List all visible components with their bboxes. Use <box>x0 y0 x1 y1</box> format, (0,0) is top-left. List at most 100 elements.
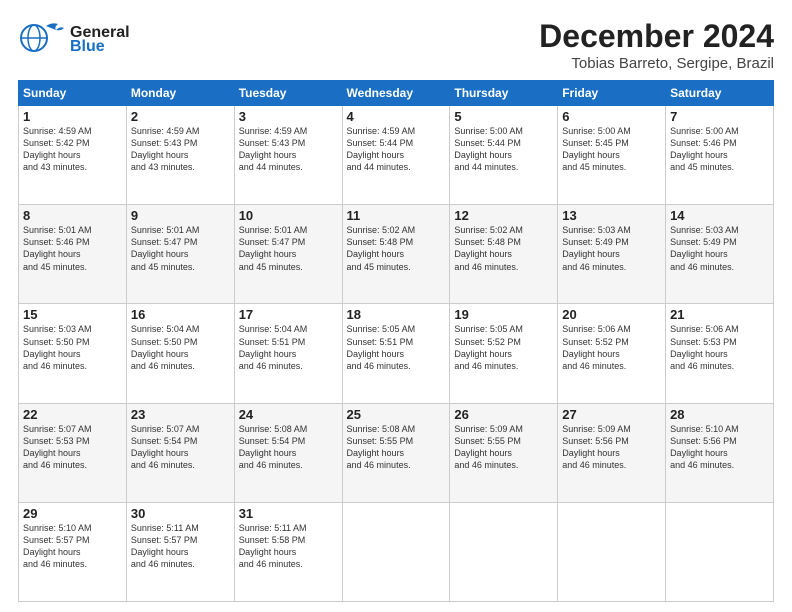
calendar-cell: 16 Sunrise: 5:04 AM Sunset: 5:50 PM Dayl… <box>126 304 234 403</box>
day-info: Sunrise: 5:09 AM Sunset: 5:56 PM Dayligh… <box>562 423 661 472</box>
calendar-table: Sunday Monday Tuesday Wednesday Thursday… <box>18 80 774 602</box>
calendar-cell: 1 Sunrise: 4:59 AM Sunset: 5:42 PM Dayli… <box>19 106 127 205</box>
day-number: 12 <box>454 208 553 223</box>
calendar-week-1: 1 Sunrise: 4:59 AM Sunset: 5:42 PM Dayli… <box>19 106 774 205</box>
calendar-cell: 15 Sunrise: 5:03 AM Sunset: 5:50 PM Dayl… <box>19 304 127 403</box>
calendar-cell: 4 Sunrise: 4:59 AM Sunset: 5:44 PM Dayli… <box>342 106 450 205</box>
day-info: Sunrise: 5:07 AM Sunset: 5:53 PM Dayligh… <box>23 423 122 472</box>
day-info: Sunrise: 5:06 AM Sunset: 5:52 PM Dayligh… <box>562 323 661 372</box>
day-info: Sunrise: 5:02 AM Sunset: 5:48 PM Dayligh… <box>454 224 553 273</box>
col-thursday: Thursday <box>450 81 558 106</box>
day-number: 4 <box>347 109 446 124</box>
day-number: 3 <box>239 109 338 124</box>
day-number: 21 <box>670 307 769 322</box>
day-number: 27 <box>562 407 661 422</box>
col-tuesday: Tuesday <box>234 81 342 106</box>
calendar-week-4: 22 Sunrise: 5:07 AM Sunset: 5:53 PM Dayl… <box>19 403 774 502</box>
month-title: December 2024 <box>539 18 774 55</box>
day-info: Sunrise: 4:59 AM Sunset: 5:43 PM Dayligh… <box>239 125 338 174</box>
logo: General Blue <box>18 18 130 61</box>
day-info: Sunrise: 5:11 AM Sunset: 5:57 PM Dayligh… <box>131 522 230 571</box>
day-info: Sunrise: 4:59 AM Sunset: 5:43 PM Dayligh… <box>131 125 230 174</box>
calendar-cell: 28 Sunrise: 5:10 AM Sunset: 5:56 PM Dayl… <box>666 403 774 502</box>
day-info: Sunrise: 5:06 AM Sunset: 5:53 PM Dayligh… <box>670 323 769 372</box>
day-number: 25 <box>347 407 446 422</box>
calendar-cell: 19 Sunrise: 5:05 AM Sunset: 5:52 PM Dayl… <box>450 304 558 403</box>
calendar-cell: 5 Sunrise: 5:00 AM Sunset: 5:44 PM Dayli… <box>450 106 558 205</box>
day-number: 5 <box>454 109 553 124</box>
calendar-cell: 18 Sunrise: 5:05 AM Sunset: 5:51 PM Dayl… <box>342 304 450 403</box>
day-number: 26 <box>454 407 553 422</box>
title-block: December 2024 Tobias Barreto, Sergipe, B… <box>539 18 774 72</box>
day-number: 7 <box>670 109 769 124</box>
calendar-cell: 29 Sunrise: 5:10 AM Sunset: 5:57 PM Dayl… <box>19 502 127 601</box>
day-number: 31 <box>239 506 338 521</box>
col-monday: Monday <box>126 81 234 106</box>
day-info: Sunrise: 5:10 AM Sunset: 5:57 PM Dayligh… <box>23 522 122 571</box>
day-info: Sunrise: 5:10 AM Sunset: 5:56 PM Dayligh… <box>670 423 769 472</box>
day-info: Sunrise: 5:03 AM Sunset: 5:50 PM Dayligh… <box>23 323 122 372</box>
calendar-cell: 21 Sunrise: 5:06 AM Sunset: 5:53 PM Dayl… <box>666 304 774 403</box>
calendar-cell: 10 Sunrise: 5:01 AM Sunset: 5:47 PM Dayl… <box>234 205 342 304</box>
day-info: Sunrise: 5:04 AM Sunset: 5:50 PM Dayligh… <box>131 323 230 372</box>
calendar-cell: 14 Sunrise: 5:03 AM Sunset: 5:49 PM Dayl… <box>666 205 774 304</box>
calendar-cell <box>666 502 774 601</box>
calendar-cell: 25 Sunrise: 5:08 AM Sunset: 5:55 PM Dayl… <box>342 403 450 502</box>
calendar-cell: 26 Sunrise: 5:09 AM Sunset: 5:55 PM Dayl… <box>450 403 558 502</box>
day-info: Sunrise: 5:01 AM Sunset: 5:47 PM Dayligh… <box>239 224 338 273</box>
day-number: 11 <box>347 208 446 223</box>
day-info: Sunrise: 5:02 AM Sunset: 5:48 PM Dayligh… <box>347 224 446 273</box>
day-number: 8 <box>23 208 122 223</box>
calendar-cell: 6 Sunrise: 5:00 AM Sunset: 5:45 PM Dayli… <box>558 106 666 205</box>
calendar-cell: 8 Sunrise: 5:01 AM Sunset: 5:46 PM Dayli… <box>19 205 127 304</box>
day-info: Sunrise: 5:01 AM Sunset: 5:47 PM Dayligh… <box>131 224 230 273</box>
col-saturday: Saturday <box>666 81 774 106</box>
day-number: 10 <box>239 208 338 223</box>
day-number: 6 <box>562 109 661 124</box>
calendar-cell: 2 Sunrise: 4:59 AM Sunset: 5:43 PM Dayli… <box>126 106 234 205</box>
day-number: 2 <box>131 109 230 124</box>
page: General Blue December 2024 Tobias Barret… <box>0 0 792 612</box>
calendar-cell: 27 Sunrise: 5:09 AM Sunset: 5:56 PM Dayl… <box>558 403 666 502</box>
calendar-cell: 30 Sunrise: 5:11 AM Sunset: 5:57 PM Dayl… <box>126 502 234 601</box>
logo-blue: Blue <box>70 38 130 56</box>
calendar-week-5: 29 Sunrise: 5:10 AM Sunset: 5:57 PM Dayl… <box>19 502 774 601</box>
calendar-cell: 3 Sunrise: 4:59 AM Sunset: 5:43 PM Dayli… <box>234 106 342 205</box>
calendar-cell <box>342 502 450 601</box>
calendar-cell <box>558 502 666 601</box>
day-number: 1 <box>23 109 122 124</box>
day-number: 28 <box>670 407 769 422</box>
day-info: Sunrise: 5:11 AM Sunset: 5:58 PM Dayligh… <box>239 522 338 571</box>
calendar-cell: 7 Sunrise: 5:00 AM Sunset: 5:46 PM Dayli… <box>666 106 774 205</box>
day-info: Sunrise: 5:05 AM Sunset: 5:51 PM Dayligh… <box>347 323 446 372</box>
day-info: Sunrise: 5:08 AM Sunset: 5:55 PM Dayligh… <box>347 423 446 472</box>
day-info: Sunrise: 5:03 AM Sunset: 5:49 PM Dayligh… <box>670 224 769 273</box>
day-info: Sunrise: 5:01 AM Sunset: 5:46 PM Dayligh… <box>23 224 122 273</box>
col-friday: Friday <box>558 81 666 106</box>
calendar-cell: 22 Sunrise: 5:07 AM Sunset: 5:53 PM Dayl… <box>19 403 127 502</box>
calendar-cell: 20 Sunrise: 5:06 AM Sunset: 5:52 PM Dayl… <box>558 304 666 403</box>
calendar-week-2: 8 Sunrise: 5:01 AM Sunset: 5:46 PM Dayli… <box>19 205 774 304</box>
col-sunday: Sunday <box>19 81 127 106</box>
day-number: 9 <box>131 208 230 223</box>
location-title: Tobias Barreto, Sergipe, Brazil <box>539 55 774 72</box>
calendar-cell: 24 Sunrise: 5:08 AM Sunset: 5:54 PM Dayl… <box>234 403 342 502</box>
day-number: 18 <box>347 307 446 322</box>
day-info: Sunrise: 5:00 AM Sunset: 5:45 PM Dayligh… <box>562 125 661 174</box>
header: General Blue December 2024 Tobias Barret… <box>18 18 774 72</box>
header-row: Sunday Monday Tuesday Wednesday Thursday… <box>19 81 774 106</box>
day-info: Sunrise: 4:59 AM Sunset: 5:44 PM Dayligh… <box>347 125 446 174</box>
day-number: 29 <box>23 506 122 521</box>
day-info: Sunrise: 5:04 AM Sunset: 5:51 PM Dayligh… <box>239 323 338 372</box>
day-number: 14 <box>670 208 769 223</box>
day-info: Sunrise: 5:05 AM Sunset: 5:52 PM Dayligh… <box>454 323 553 372</box>
day-info: Sunrise: 5:03 AM Sunset: 5:49 PM Dayligh… <box>562 224 661 273</box>
calendar-cell <box>450 502 558 601</box>
day-number: 20 <box>562 307 661 322</box>
day-number: 22 <box>23 407 122 422</box>
calendar-cell: 23 Sunrise: 5:07 AM Sunset: 5:54 PM Dayl… <box>126 403 234 502</box>
day-number: 19 <box>454 307 553 322</box>
logo-icon <box>18 18 66 56</box>
calendar-cell: 31 Sunrise: 5:11 AM Sunset: 5:58 PM Dayl… <box>234 502 342 601</box>
day-number: 16 <box>131 307 230 322</box>
